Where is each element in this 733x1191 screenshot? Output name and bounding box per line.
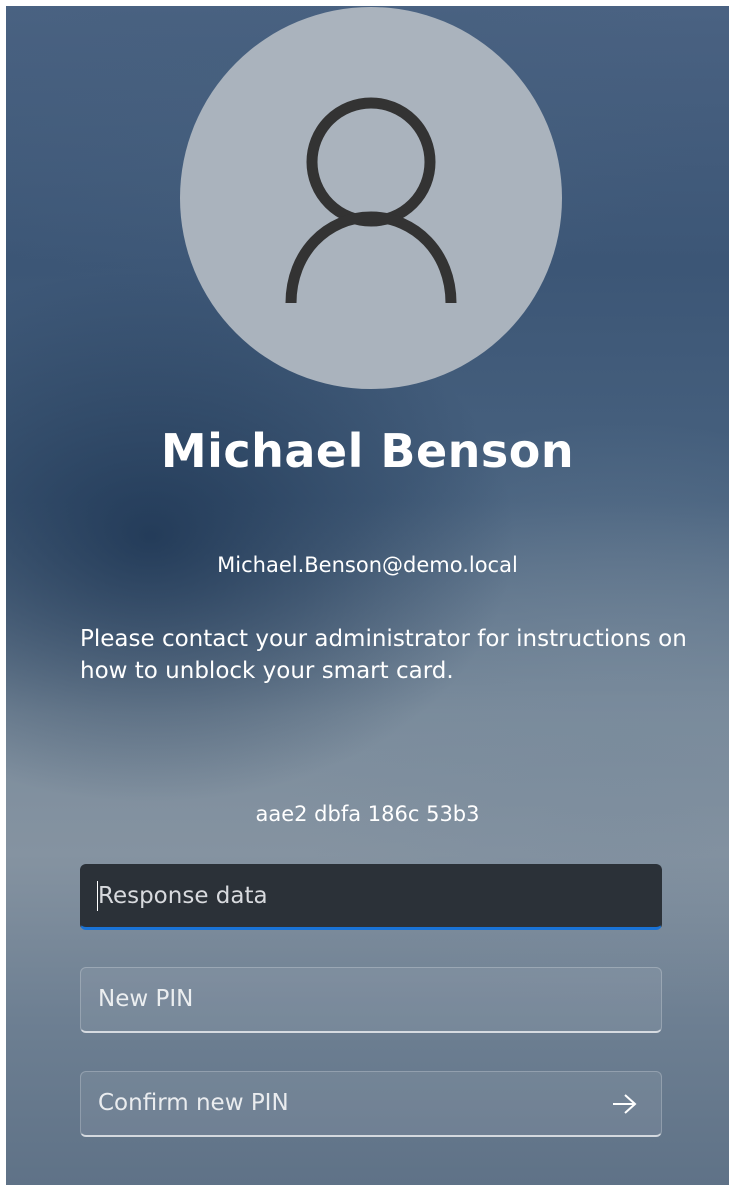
unblock-smart-card-screen: Michael Benson Michael.Benson@demo.local… bbox=[6, 6, 729, 1185]
confirm-new-pin-input[interactable] bbox=[98, 1072, 568, 1134]
user-name: Michael Benson bbox=[160, 424, 575, 478]
submit-button[interactable] bbox=[607, 1084, 643, 1124]
arrow-right-icon bbox=[613, 1094, 637, 1114]
response-data-input[interactable] bbox=[98, 865, 618, 927]
new-pin-field[interactable] bbox=[80, 967, 662, 1033]
response-data-field[interactable] bbox=[80, 864, 662, 930]
text-caret bbox=[97, 881, 98, 911]
user-avatar bbox=[180, 7, 562, 389]
user-email: Michael.Benson@demo.local bbox=[217, 553, 518, 577]
challenge-code: aae2 dbfa 186c 53b3 bbox=[255, 802, 480, 826]
confirm-new-pin-field[interactable] bbox=[80, 1071, 662, 1137]
user-silhouette-icon bbox=[285, 97, 457, 304]
unblock-instructions-message: Please contact your administrator for in… bbox=[80, 626, 687, 684]
new-pin-input[interactable] bbox=[98, 968, 618, 1030]
